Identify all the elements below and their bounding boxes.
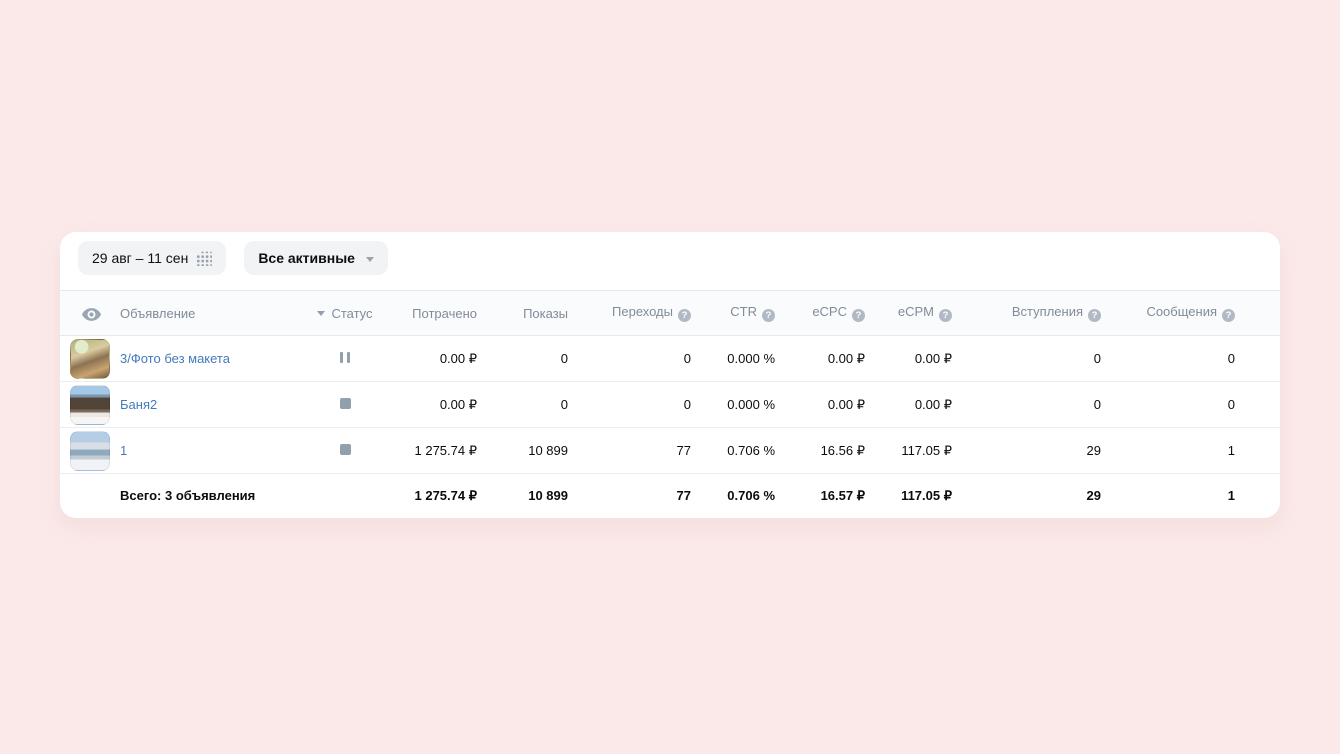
chevron-down-icon (365, 256, 374, 262)
cell-shows: 0 (477, 335, 568, 382)
total-joins: 29 (1086, 488, 1101, 504)
cell-spent: 0.00 ₽ (380, 381, 477, 428)
cell-clicks: 77 (568, 427, 691, 474)
cell-ecpm: 117.05 ₽ (865, 427, 952, 474)
table-row: 1 1 275.74 ₽ 10 899 77 0.706 % 16.56 ₽ 1… (60, 427, 1280, 474)
total-spent: 1 275.74 ₽ (414, 487, 478, 503)
filter-label: Все активные (258, 250, 355, 266)
help-icon[interactable]: ? (678, 309, 691, 322)
total-messages: 1 (1227, 488, 1235, 504)
cell-ecpm: 0.00 ₽ (865, 381, 952, 428)
date-range-button[interactable]: 29 авг – 11 сен (78, 241, 227, 275)
column-header-spent[interactable]: Потрачено (380, 290, 477, 336)
table-row: Баня2 0.00 ₽ 0 0 0.000 % 0.00 ₽ 0.00 ₽ 0… (60, 381, 1280, 428)
total-ctr: 0.706 % (727, 488, 775, 504)
cell-messages: 1 (1101, 427, 1280, 474)
cell-ctr: 0.706 % (691, 427, 775, 474)
column-header-messages[interactable]: Сообщения? (1101, 290, 1280, 336)
cell-ecpm: 0.00 ₽ (865, 335, 952, 382)
total-shows: 10 899 (528, 488, 568, 504)
help-icon[interactable]: ? (1222, 309, 1235, 322)
calendar-grid-icon (197, 250, 213, 267)
ad-name-link[interactable]: Баня2 (120, 397, 157, 412)
toolbar: 29 авг – 11 сен Все активные (60, 232, 1280, 290)
cell-shows: 10 899 (477, 427, 568, 474)
cell-joins: 29 (952, 427, 1101, 474)
column-header-shows[interactable]: Показы (477, 290, 568, 336)
cell-ecpc: 16.56 ₽ (775, 427, 865, 474)
cell-messages: 0 (1101, 335, 1280, 382)
column-header-ecpc[interactable]: eCPC? (775, 290, 865, 336)
help-icon[interactable]: ? (939, 309, 952, 322)
table-footer-row: Всего: 3 объявления 1 275.74 ₽ 10 899 77… (60, 474, 1280, 518)
total-ecpc: 16.57 ₽ (820, 487, 865, 503)
table-header-row: Объявление Статус Потрачено Показы Перех… (60, 290, 1280, 336)
ad-thumbnail[interactable] (70, 430, 110, 471)
cell-clicks: 0 (568, 381, 691, 428)
eye-icon (82, 305, 101, 321)
total-clicks: 77 (676, 488, 691, 504)
ad-thumbnail[interactable] (70, 384, 110, 425)
column-header-name[interactable]: Объявление (120, 290, 310, 336)
column-header-joins[interactable]: Вступления? (952, 290, 1101, 336)
cell-clicks: 0 (568, 335, 691, 382)
column-header-ecpm[interactable]: eCPM? (865, 290, 952, 336)
ad-name-link[interactable]: 1 (120, 443, 127, 458)
totals-label: Всего: 3 объявления (120, 488, 256, 504)
cell-ecpc: 0.00 ₽ (775, 335, 865, 382)
cell-joins: 0 (952, 381, 1101, 428)
cell-ctr: 0.000 % (691, 335, 775, 382)
column-header-status[interactable]: Статус (310, 290, 380, 336)
help-icon[interactable]: ? (1088, 309, 1101, 322)
cell-shows: 0 (477, 381, 568, 428)
page-background: { "toolbar": { "date_range_label": "29 а… (0, 0, 1340, 754)
cell-messages: 0 (1101, 381, 1280, 428)
column-header-clicks[interactable]: Переходы? (568, 290, 691, 336)
status-paused-icon (340, 351, 351, 366)
total-ecpm: 117.05 ₽ (901, 487, 952, 503)
filter-dropdown[interactable]: Все активные (244, 241, 388, 275)
ads-table: Объявление Статус Потрачено Показы Перех… (60, 290, 1280, 518)
cell-spent: 1 275.74 ₽ (380, 427, 477, 474)
table-row: 3/Фото без макета 0.00 ₽ 0 0 0.000 % 0.0… (60, 335, 1280, 382)
status-stopped-icon (340, 397, 351, 412)
ad-thumbnail[interactable] (70, 338, 110, 379)
help-icon[interactable]: ? (762, 309, 775, 322)
visibility-column-header[interactable] (60, 290, 120, 336)
help-icon[interactable]: ? (852, 309, 865, 322)
cell-ctr: 0.000 % (691, 381, 775, 428)
cell-spent: 0.00 ₽ (380, 335, 477, 382)
cell-joins: 0 (952, 335, 1101, 382)
ads-table-card: 29 авг – 11 сен Все активные Объявление … (60, 232, 1280, 518)
column-header-ctr[interactable]: CTR? (691, 290, 775, 336)
cell-ecpc: 0.00 ₽ (775, 381, 865, 428)
status-stopped-icon (340, 443, 351, 458)
ad-name-link[interactable]: 3/Фото без макета (120, 351, 230, 366)
sort-desc-icon (317, 310, 326, 316)
date-range-label: 29 авг – 11 сен (92, 250, 189, 266)
